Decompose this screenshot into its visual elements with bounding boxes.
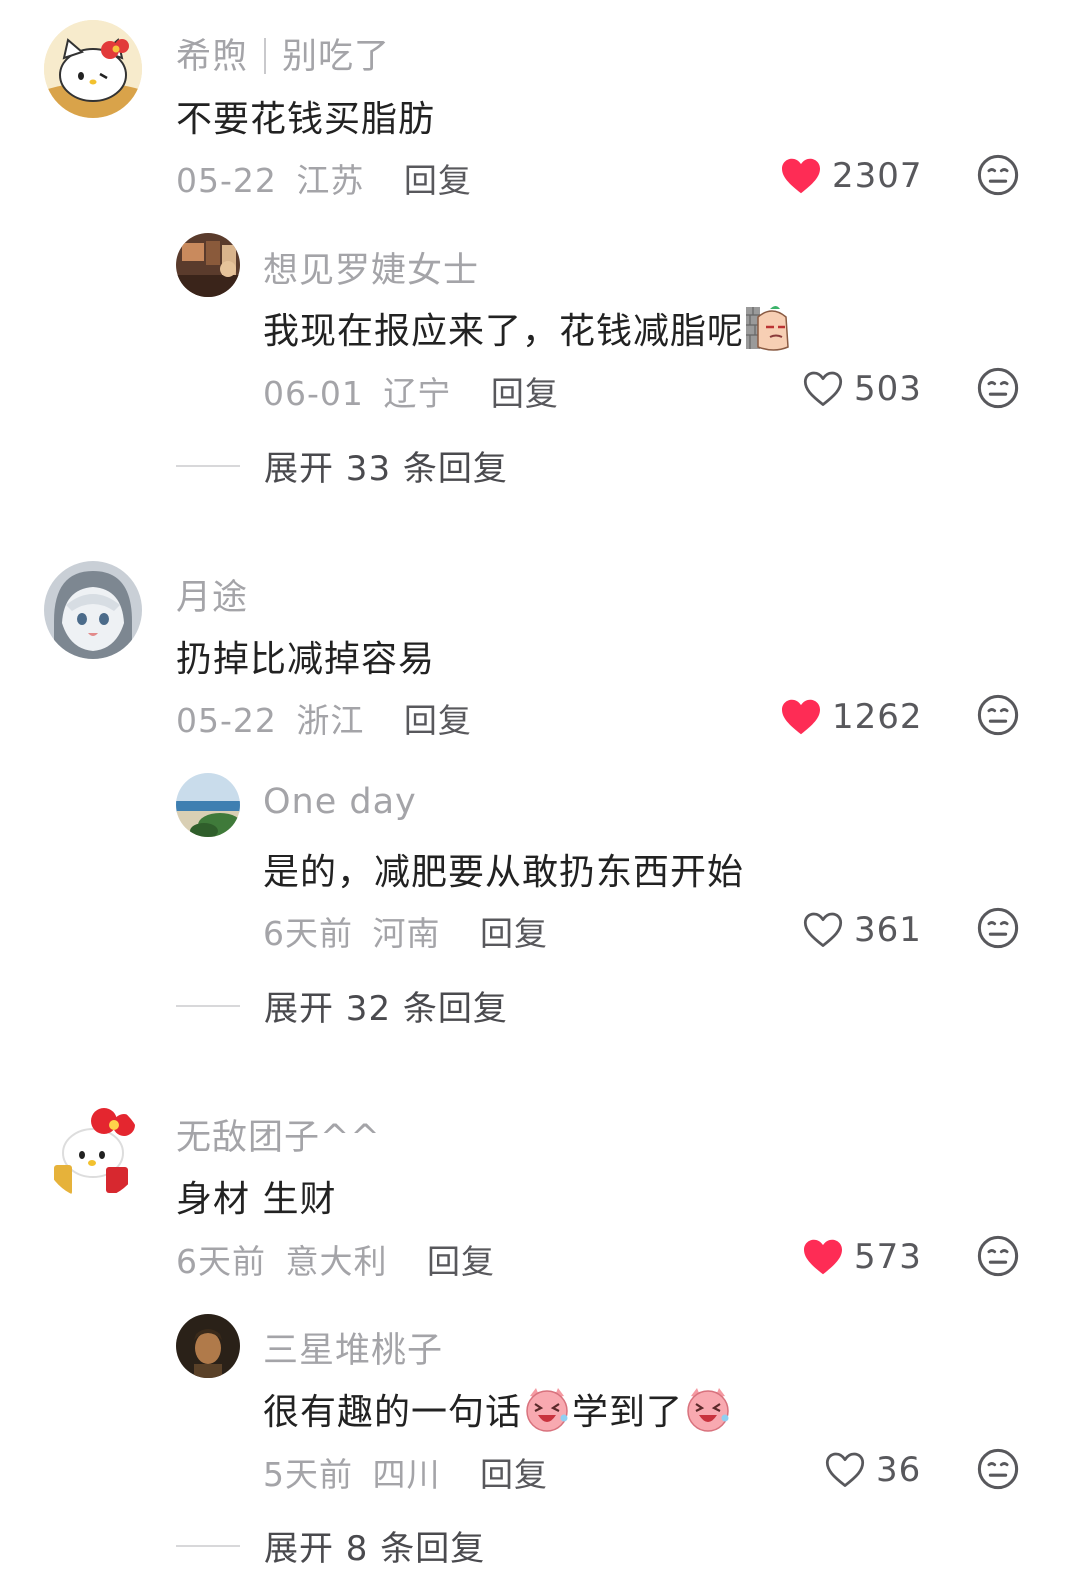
- username-divider: [264, 38, 267, 74]
- reply-meta: 06-01 辽宁 回复: [263, 367, 559, 415]
- comment-username[interactable]: 无敌团子^^: [176, 1109, 381, 1160]
- reply-location: 河南: [372, 914, 441, 953]
- dislike-face-icon[interactable]: [977, 907, 1019, 949]
- expand-divider: [176, 464, 240, 467]
- like-count: 36: [876, 1450, 922, 1490]
- dislike-face-icon[interactable]: [977, 694, 1019, 736]
- comment-meta: 6天前 意大利 回复: [176, 1235, 495, 1283]
- heart-outline-icon: [802, 370, 844, 408]
- like-button[interactable]: 361: [802, 910, 922, 950]
- avatar[interactable]: [44, 20, 142, 118]
- reply-meta: 5天前 四川 回复: [263, 1448, 548, 1496]
- comment-username[interactable]: 月途: [176, 569, 248, 620]
- reply-avatar[interactable]: [176, 233, 240, 297]
- expand-divider: [176, 1544, 240, 1547]
- expand-replies-button[interactable]: 展开 8 条回复: [176, 1521, 485, 1570]
- reply-date: 6天前: [263, 914, 353, 953]
- reply-avatar[interactable]: [176, 773, 240, 837]
- reply-username[interactable]: One day: [263, 782, 417, 822]
- reply-button[interactable]: 回复: [427, 1242, 495, 1281]
- reply-date: 06-01: [263, 374, 364, 413]
- beach-avatar-icon: [176, 773, 240, 837]
- avatar[interactable]: [44, 1101, 142, 1199]
- comment-meta: 05-22 浙江 回复: [176, 694, 472, 742]
- like-count: 573: [854, 1237, 922, 1277]
- avatar[interactable]: [44, 561, 142, 659]
- heart-outline-icon: [802, 911, 844, 949]
- comment-text: 扔掉比减掉容易: [176, 639, 436, 680]
- dislike-face-icon[interactable]: [977, 367, 1019, 409]
- expand-replies-label[interactable]: 展开 32 条回复: [264, 981, 508, 1030]
- comment-date: 05-22: [176, 701, 277, 740]
- anime-girl-avatar-icon: [44, 561, 142, 659]
- dislike-face-icon[interactable]: [977, 1448, 1019, 1490]
- like-count: 361: [854, 910, 922, 950]
- like-button[interactable]: 36: [824, 1450, 921, 1490]
- comment-location: 意大利: [285, 1242, 388, 1281]
- dislike-face-icon[interactable]: [977, 154, 1019, 196]
- heart-filled-icon: [802, 1238, 844, 1276]
- comment-location: 浙江: [296, 701, 365, 740]
- reply-username[interactable]: 想见罗婕女士: [263, 242, 479, 293]
- expand-replies-button[interactable]: 展开 33 条回复: [176, 441, 508, 490]
- heart-filled-icon: [780, 698, 822, 736]
- reply-meta: 6天前 河南 回复: [263, 907, 548, 955]
- like-count: 1262: [832, 697, 923, 737]
- expand-replies-label[interactable]: 展开 8 条回复: [264, 1521, 485, 1570]
- like-button[interactable]: 573: [802, 1237, 922, 1277]
- comment-text: 身材 生财: [176, 1179, 337, 1220]
- dark-portrait-avatar-icon: [176, 1314, 240, 1378]
- peeking-wall-emoji-icon: [746, 306, 789, 351]
- comment-text: 不要花钱买脂肪: [176, 99, 436, 140]
- reply-date: 5天前: [263, 1455, 353, 1494]
- comment-location: 江苏: [296, 161, 365, 200]
- expand-replies-label[interactable]: 展开 33 条回复: [264, 441, 508, 490]
- reply-avatar[interactable]: [176, 1314, 240, 1378]
- reply-username[interactable]: 三星堆桃子: [263, 1322, 443, 1373]
- reply-button[interactable]: 回复: [404, 701, 472, 740]
- expand-divider: [176, 1004, 240, 1007]
- reply-button[interactable]: 回复: [491, 374, 559, 413]
- username-text[interactable]: 希煦: [176, 37, 248, 77]
- like-count: 2307: [832, 156, 923, 196]
- expand-replies-button[interactable]: 展开 32 条回复: [176, 981, 508, 1030]
- reply-avatar-photo-icon: [176, 233, 240, 297]
- reply-button[interactable]: 回复: [404, 161, 472, 200]
- comment-meta: 05-22 江苏 回复: [176, 154, 472, 202]
- heart-outline-icon: [824, 1451, 866, 1489]
- reply-location: 四川: [372, 1455, 441, 1494]
- hello-kitty-avatar-icon: [44, 20, 142, 118]
- reply-button[interactable]: 回复: [480, 1455, 548, 1494]
- reply-text: 是的，减肥要从敢扔东西开始: [263, 852, 745, 893]
- comment-date: 6天前: [176, 1242, 266, 1281]
- like-count: 503: [854, 369, 922, 409]
- user-tag: 别吃了: [282, 37, 391, 77]
- hello-kitty-red-bow-avatar-icon: [44, 1101, 142, 1199]
- reply-text-part-1: 很有趣的一句话: [263, 1392, 523, 1433]
- comment-username[interactable]: 希煦 别吃了: [176, 28, 390, 79]
- laughing-pig-emoji-icon: [687, 1388, 729, 1432]
- like-button[interactable]: 1262: [780, 697, 923, 737]
- reply-text: 我现在报应来了，花钱减脂呢: [263, 302, 794, 354]
- reply-text: 很有趣的一句话 学到了: [263, 1383, 733, 1435]
- laughing-pig-emoji-icon: [526, 1388, 568, 1432]
- reply-button[interactable]: 回复: [480, 914, 548, 953]
- reply-location: 辽宁: [383, 374, 452, 413]
- reply-text-body: 我现在报应来了，花钱减脂呢: [263, 311, 745, 352]
- like-button[interactable]: 503: [802, 369, 922, 409]
- reply-text-part-2: 学到了: [572, 1392, 684, 1433]
- dislike-face-icon[interactable]: [977, 1235, 1019, 1277]
- heart-filled-icon: [780, 157, 822, 195]
- like-button[interactable]: 2307: [780, 156, 923, 196]
- comment-date: 05-22: [176, 161, 277, 200]
